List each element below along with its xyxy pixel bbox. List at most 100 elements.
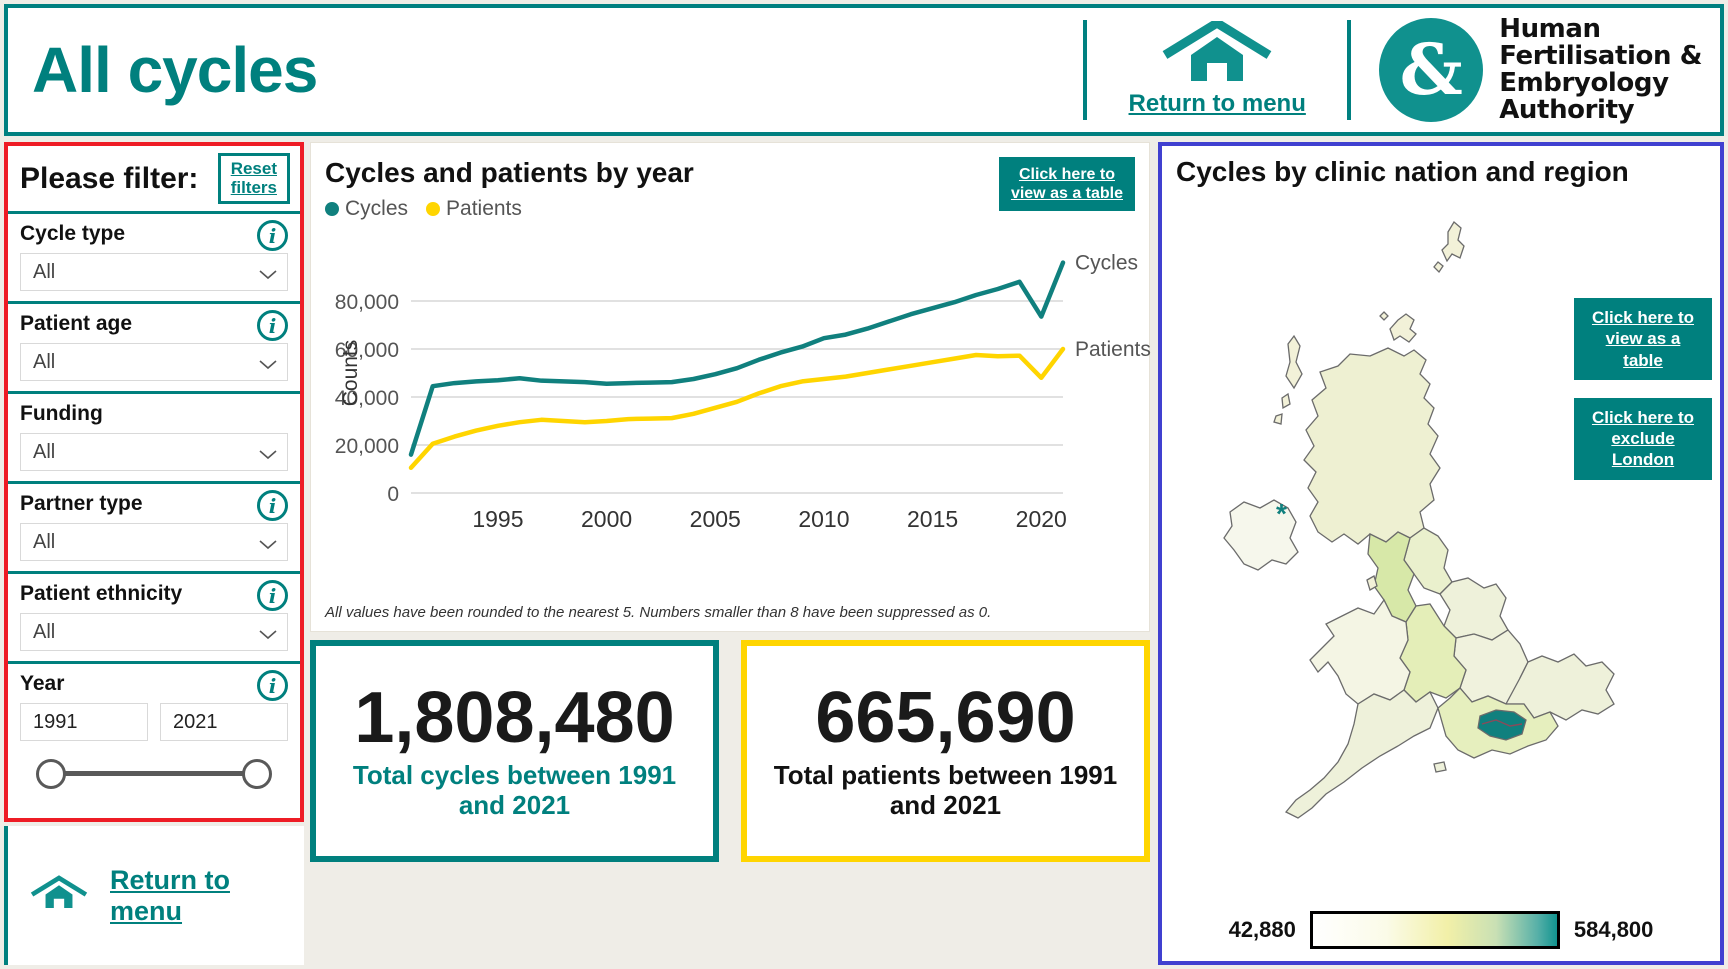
- filter-patient-ethnicity-select[interactable]: All: [20, 613, 288, 651]
- filter-funding-label: Funding: [20, 402, 103, 425]
- svg-text:80,000: 80,000: [335, 291, 399, 314]
- map-legend-max: 584,800: [1573, 917, 1654, 942]
- svg-text:2020: 2020: [1016, 506, 1067, 532]
- reset-filters-line-1: Reset: [230, 158, 277, 178]
- kpi-total-cycles-value: 1,808,480: [354, 678, 675, 759]
- uk-choropleth-map[interactable]: *: [1162, 216, 1720, 876]
- reset-filters-line-2: filters: [230, 177, 277, 197]
- chevron-down-icon: [259, 267, 277, 280]
- return-to-menu-label: Return to menu: [1128, 90, 1306, 117]
- legend-item-cycles: Cycles: [325, 197, 408, 221]
- page-title: All cycles: [32, 34, 318, 106]
- svg-text:2015: 2015: [907, 506, 958, 532]
- return-to-menu-button[interactable]: Return to menu: [1087, 8, 1347, 132]
- filter-partner-type-select[interactable]: All: [20, 523, 288, 561]
- chart-footnote: All values have been rounded to the near…: [325, 604, 992, 621]
- filter-year: Year i 1991 2021: [8, 664, 300, 803]
- filter-patient-age-label: Patient age: [20, 312, 133, 335]
- home-icon: [1161, 17, 1273, 88]
- info-icon[interactable]: i: [257, 220, 288, 251]
- kpi-total-cycles: 1,808,480 Total cycles between 1991 and …: [310, 640, 719, 862]
- map-title: Cycles by clinic nation and region: [1176, 156, 1629, 187]
- svg-text:1995: 1995: [472, 506, 523, 532]
- filter-partner-type: Partner type i All: [8, 484, 300, 574]
- legend-label-cycles: Cycles: [345, 197, 409, 220]
- kpi-total-patients-value: 665,690: [815, 678, 1076, 759]
- legend-dot-patients: [426, 202, 441, 216]
- filter-header: Please filter: Reset filters: [8, 146, 300, 214]
- filter-patient-ethnicity-value: All: [33, 620, 56, 643]
- year-range-slider[interactable]: [20, 753, 288, 793]
- map-color-legend: 42,880 584,800: [1162, 911, 1720, 949]
- kpi-row: 1,808,480 Total cycles between 1991 and …: [310, 640, 1150, 862]
- reset-filters-button[interactable]: Reset filters: [217, 152, 290, 205]
- chart-view-as-table-button[interactable]: Click here to view as a table: [998, 157, 1135, 212]
- info-icon[interactable]: i: [257, 580, 288, 611]
- legend-item-patients: Patients: [426, 197, 522, 221]
- slider-handle-min[interactable]: [36, 759, 66, 789]
- svg-text:0: 0: [387, 483, 399, 506]
- kpi-total-cycles-label: Total cycles between 1991 and 2021: [352, 759, 677, 820]
- home-icon: [30, 869, 88, 922]
- logo-line-3: Embryology: [1499, 68, 1669, 98]
- hfea-logo-text: Human Fertilisation & Embryology Authori…: [1499, 13, 1702, 126]
- filter-cycle-type-value: All: [33, 260, 56, 283]
- dashboard-page: All cycles Return to menu & Human Fertil…: [0, 0, 1728, 969]
- chevron-down-icon: [259, 357, 277, 370]
- filter-partner-type-label: Partner type: [20, 492, 143, 515]
- logo-line-2: Fertilisation &: [1499, 40, 1702, 71]
- filter-funding-select[interactable]: All: [20, 433, 288, 471]
- svg-text:20,000: 20,000: [335, 435, 399, 458]
- kpi-total-patients: 665,690 Total patients between 1991 and …: [741, 640, 1150, 862]
- filter-header-title: Please filter:: [20, 161, 199, 195]
- logo-line-4: Authority: [1499, 95, 1635, 126]
- filter-sidebar: Please filter: Reset filters Cycle type …: [4, 142, 304, 822]
- info-icon[interactable]: i: [257, 310, 288, 341]
- svg-text:Patients: Patients: [1075, 338, 1151, 361]
- filter-cycle-type-label: Cycle type: [20, 222, 126, 245]
- chart-table-btn-line-1: Click here to: [1018, 166, 1115, 183]
- year-to-input[interactable]: 2021: [160, 703, 288, 741]
- map-legend-gradient: [1309, 911, 1560, 949]
- filter-patient-ethnicity: Patient ethnicity i All: [8, 574, 300, 664]
- year-from-input[interactable]: 1991: [20, 703, 148, 741]
- hfea-logo-mark: &: [1379, 18, 1484, 122]
- cycles-patients-chart-panel: Cycles and patients by year Cycles Patie…: [310, 142, 1151, 632]
- header-right-group: Return to menu & Human Fertilisation & E…: [1083, 8, 1720, 132]
- slider-handle-max[interactable]: [242, 759, 272, 789]
- page-header: All cycles Return to menu & Human Fertil…: [4, 4, 1724, 136]
- filter-funding: Funding All: [8, 394, 300, 484]
- logo-line-1: Human: [1499, 13, 1601, 44]
- svg-text:*: *: [1276, 498, 1287, 529]
- filter-cycle-type-select[interactable]: All: [20, 253, 288, 291]
- year-input-row: 1991 2021: [20, 703, 288, 741]
- map-legend-min: 42,880: [1228, 917, 1296, 942]
- chevron-down-icon: [259, 627, 277, 640]
- slider-track: [54, 771, 254, 776]
- filter-cycle-type: Cycle type i All: [8, 214, 300, 304]
- legend-dot-cycles: [325, 202, 339, 216]
- chart-plot-area: 0 20,000 40,000 60,000 80,000 Counts 1995 2000 2…: [311, 243, 1151, 588]
- legend-label-patients: Patients: [446, 197, 522, 220]
- svg-text:2010: 2010: [798, 506, 849, 532]
- info-icon[interactable]: i: [257, 670, 288, 701]
- chevron-down-icon: [259, 537, 277, 550]
- filter-patient-age-value: All: [33, 350, 56, 373]
- hfea-logo: & Human Fertilisation & Embryology Autho…: [1351, 8, 1720, 132]
- info-icon[interactable]: i: [257, 490, 288, 521]
- filter-year-label: Year: [20, 672, 65, 695]
- chevron-down-icon: [259, 447, 277, 460]
- svg-text:2005: 2005: [690, 506, 741, 532]
- svg-text:2000: 2000: [581, 506, 632, 532]
- map-panel: Cycles by clinic nation and region Click…: [1158, 142, 1724, 965]
- filter-funding-value: All: [33, 440, 56, 463]
- filter-patient-age: Patient age i All: [8, 304, 300, 394]
- svg-text:Counts: Counts: [339, 340, 362, 407]
- filter-patient-ethnicity-label: Patient ethnicity: [20, 582, 183, 605]
- filter-partner-type-value: All: [33, 530, 56, 553]
- svg-text:Cycles: Cycles: [1075, 252, 1138, 275]
- filter-patient-age-select[interactable]: All: [20, 343, 288, 381]
- footer-return-label: Return to menu: [110, 864, 230, 926]
- footer-return-to-menu[interactable]: Return to menu: [4, 826, 304, 965]
- kpi-total-patients-label: Total patients between 1991 and 2021: [773, 759, 1118, 820]
